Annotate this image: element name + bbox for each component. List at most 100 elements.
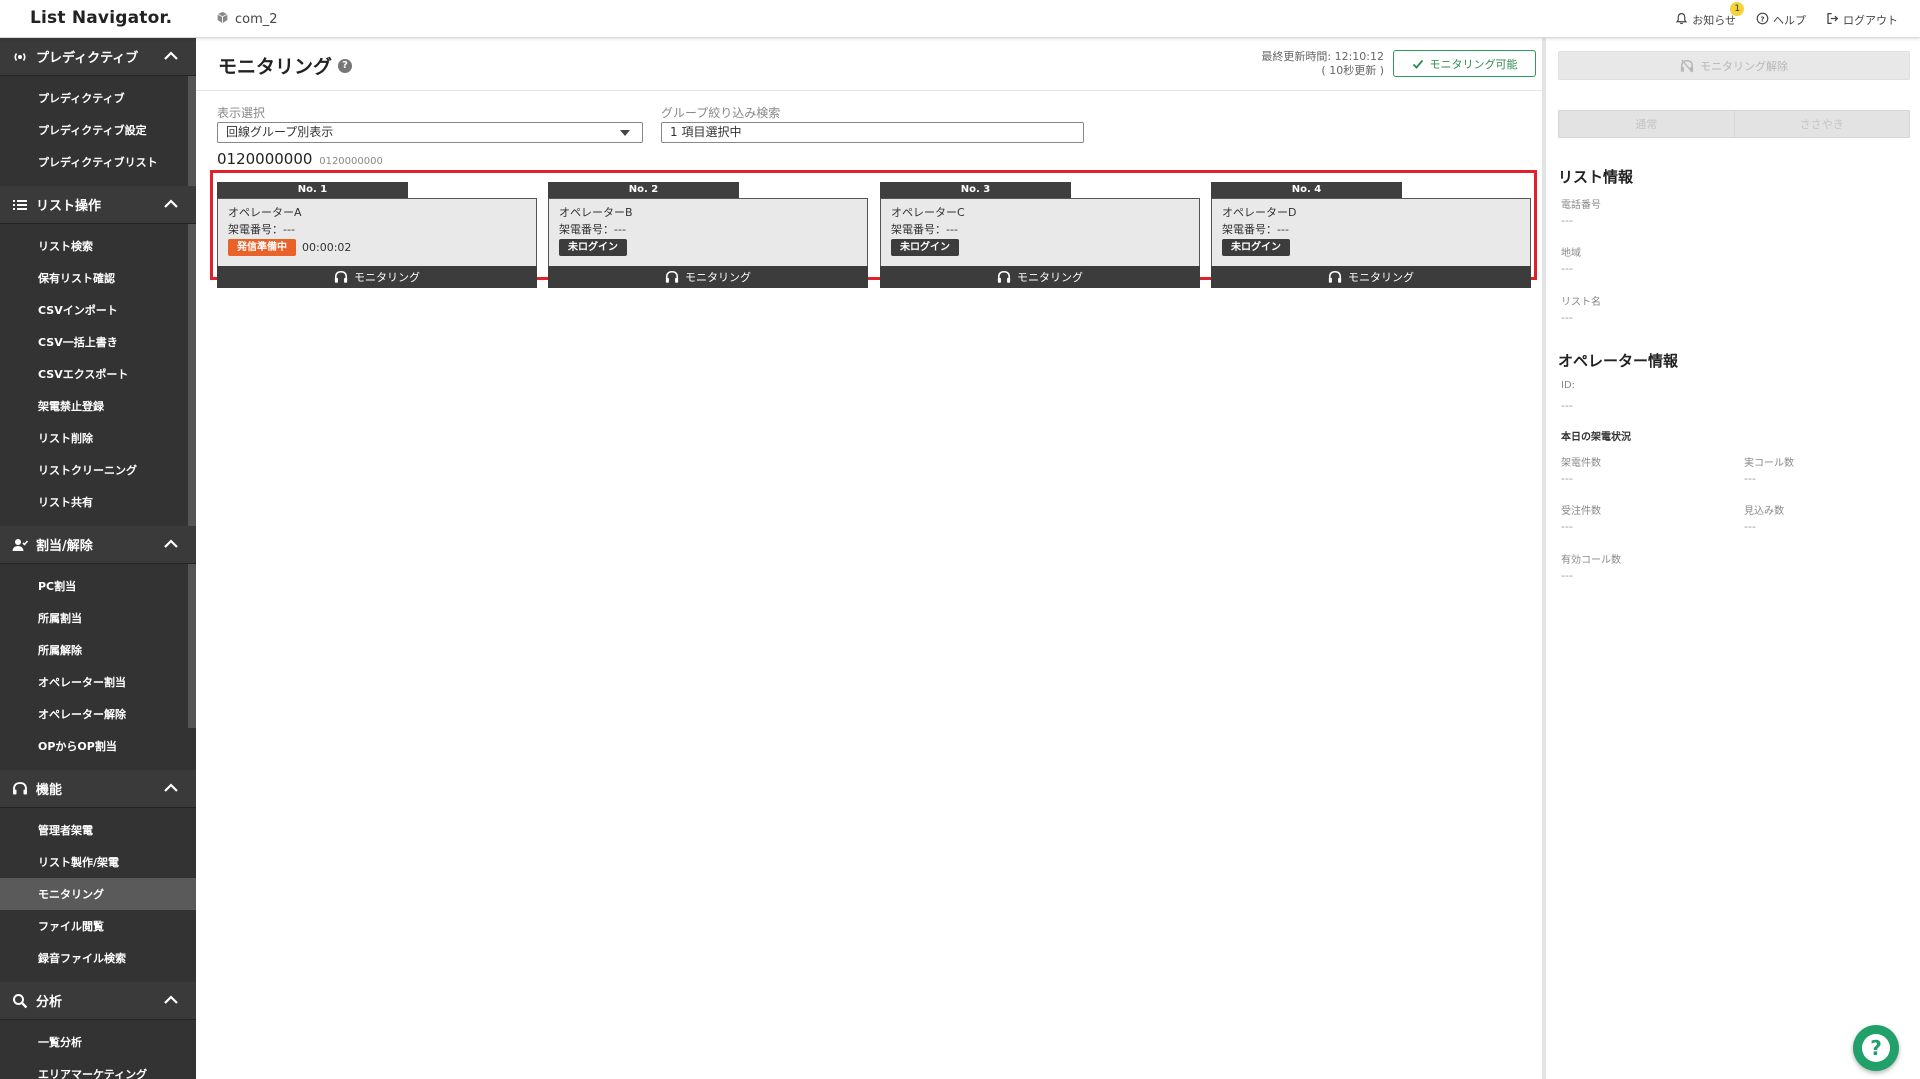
sidebar-item-list-delete[interactable]: リスト削除 — [0, 422, 196, 454]
chevron-up-icon[interactable] — [164, 995, 178, 1005]
sidebar-item-list-search[interactable]: リスト検索 — [0, 230, 196, 262]
sidebar-item-predictive-list[interactable]: プレディクティブリスト — [0, 146, 196, 178]
headphones-icon — [334, 270, 348, 283]
sidebar-item-op-to-op-assign[interactable]: OPからOP割当 — [0, 730, 196, 762]
operator-card: No. 3 オペレーターC 架電番号：--- 未ログイン モニタリング — [880, 182, 1200, 288]
main-content: モニタリング ? 最終更新時間: 12:10:12 ( 10秒更新 ) モニタリ… — [196, 38, 1542, 1079]
question-icon: ? — [1862, 1034, 1890, 1062]
mode-segmented-control: 通常 ささやき — [1558, 110, 1910, 138]
sidebar-item-call-block[interactable]: 架電禁止登録 — [0, 390, 196, 422]
display-select-value: 回線グループ別表示 — [226, 125, 334, 139]
sidebar-section-list-ops[interactable]: リスト操作 — [0, 186, 196, 224]
sidebar-item-csv-bulk-overwrite[interactable]: CSV一括上書き — [0, 326, 196, 358]
operator-card-number: No. 4 — [1211, 182, 1402, 198]
sidebar-item-operator-assign[interactable]: オペレーター割当 — [0, 666, 196, 698]
chevron-up-icon[interactable] — [164, 539, 178, 549]
notifications-label: お知らせ — [1692, 14, 1736, 27]
sidebar-scrollbar[interactable] — [188, 38, 196, 728]
operator-card-number: No. 2 — [548, 182, 739, 198]
sidebar-item-owned-lists[interactable]: 保有リスト確認 — [0, 262, 196, 294]
orders-value: --- — [1561, 520, 1573, 533]
sidebar-item-affiliation-release[interactable]: 所属解除 — [0, 634, 196, 666]
notifications-link[interactable]: お知らせ 1 — [1675, 2, 1745, 28]
prospects-label: 見込み数 — [1744, 506, 1784, 517]
operator-card: No. 2 オペレーターB 架電番号：--- 未ログイン モニタリング — [548, 182, 868, 288]
sidebar: プレディクティブ プレディクティブ プレディクティブ設定 プレディクティブリスト… — [0, 38, 196, 1079]
display-select[interactable]: 回線グループ別表示 — [217, 122, 643, 143]
line-number-sub: 0120000000 — [319, 156, 383, 167]
refresh-interval: ( 10秒更新 ) — [1321, 64, 1384, 77]
sidebar-section-analysis[interactable]: 分析 — [0, 982, 196, 1020]
sidebar-item-list-share[interactable]: リスト共有 — [0, 486, 196, 518]
bell-icon — [1675, 12, 1688, 28]
monitor-button[interactable]: モニタリング — [880, 266, 1200, 288]
sidebar-item-predictive-settings[interactable]: プレディクティブ設定 — [0, 114, 196, 146]
monitor-button[interactable]: モニタリング — [548, 266, 868, 288]
sidebar-item-admin-call[interactable]: 管理者架電 — [0, 814, 196, 846]
sidebar-item-operator-release[interactable]: オペレーター解除 — [0, 698, 196, 730]
monitor-button-label: モニタリング — [685, 271, 751, 284]
sidebar-item-area-marketing[interactable]: エリアマーケティング — [0, 1058, 196, 1079]
last-update-time: 最終更新時間: 12:10:12 — [1261, 50, 1384, 63]
status-timer: 00:00:02 — [302, 241, 352, 254]
real-calls-label: 実コール数 — [1744, 458, 1794, 469]
group-filter-select[interactable]: 1 項目選択中 — [661, 122, 1084, 143]
chevron-up-icon[interactable] — [164, 783, 178, 793]
monitor-button-label: モニタリング — [1348, 271, 1414, 284]
sidebar-section-assign[interactable]: 割当/解除 — [0, 526, 196, 564]
sidebar-item-list-analysis[interactable]: 一覧分析 — [0, 1026, 196, 1058]
sidebar-section-title: プレディクティブ — [36, 51, 139, 66]
sidebar-section-title: 分析 — [36, 995, 63, 1010]
company-name: com_2 — [216, 11, 278, 28]
today-call-status-heading: 本日の架電状況 — [1561, 432, 1631, 443]
help-chat-button[interactable]: ? — [1853, 1025, 1899, 1071]
question-icon[interactable]: ? — [338, 58, 353, 73]
monitor-button[interactable]: モニタリング — [217, 266, 537, 288]
sidebar-item-predictive[interactable]: プレディクティブ — [0, 82, 196, 114]
sidebar-item-file-browse[interactable]: ファイル閲覧 — [0, 910, 196, 942]
operator-card-body: オペレーターC 架電番号：--- 未ログイン — [880, 198, 1200, 266]
sidebar-item-recording-search[interactable]: 録音ファイル検索 — [0, 942, 196, 974]
help-label: ヘルプ — [1773, 14, 1806, 27]
sidebar-item-list-cleaning[interactable]: リストクリーニング — [0, 454, 196, 486]
broadcast-icon — [12, 49, 28, 65]
sidebar-item-monitoring[interactable]: モニタリング — [0, 878, 196, 910]
monitoring-available-label: モニタリング可能 — [1429, 57, 1518, 71]
headphones-icon — [665, 270, 679, 283]
area-value: --- — [1561, 262, 1573, 275]
sidebar-item-csv-import[interactable]: CSVインポート — [0, 294, 196, 326]
operator-id-value: --- — [1561, 399, 1573, 412]
page-title: モニタリング ? — [218, 52, 353, 79]
sidebar-item-affiliation-assign[interactable]: 所属割当 — [0, 602, 196, 634]
caret-down-icon — [620, 130, 630, 136]
operator-phone: 架電番号：--- — [228, 223, 295, 236]
status-badge: 発信準備中 — [228, 239, 296, 256]
help-link[interactable]: ? ヘルプ — [1756, 12, 1806, 28]
monitoring-available-button[interactable]: モニタリング可能 — [1393, 50, 1536, 77]
monitor-button[interactable]: モニタリング — [1211, 266, 1531, 288]
sidebar-item-csv-export[interactable]: CSVエクスポート — [0, 358, 196, 390]
headset-icon — [12, 781, 28, 797]
monitor-button-label: モニタリング — [354, 271, 420, 284]
chevron-up-icon[interactable] — [164, 51, 178, 61]
app-logo[interactable]: List Navigator. — [30, 8, 172, 28]
operator-name: オペレーターB — [559, 206, 633, 219]
prospects-value: --- — [1744, 520, 1756, 533]
last-update: 最終更新時間: 12:10:12 ( 10秒更新 ) — [1261, 50, 1384, 78]
orders-label: 受注件数 — [1561, 506, 1601, 517]
operator-card-body: オペレーターB 架電番号：--- 未ログイン — [548, 198, 868, 266]
search-icon — [12, 993, 28, 1009]
list-info-heading: リスト情報 — [1558, 168, 1634, 186]
mode-whisper-button[interactable]: ささやき — [1734, 110, 1910, 138]
logout-link[interactable]: ログアウト — [1826, 12, 1898, 28]
sidebar-item-list-create-call[interactable]: リスト製作/架電 — [0, 846, 196, 878]
sidebar-section-title: 機能 — [36, 783, 63, 798]
stop-monitoring-button[interactable]: モニタリング解除 — [1558, 51, 1910, 80]
sidebar-section-features[interactable]: 機能 — [0, 770, 196, 808]
chevron-up-icon[interactable] — [164, 199, 178, 209]
mode-normal-button[interactable]: 通常 — [1558, 110, 1735, 138]
operator-name: オペレーターD — [1222, 206, 1297, 219]
sidebar-section-predictive[interactable]: プレディクティブ — [0, 38, 196, 76]
sidebar-item-pc-assign[interactable]: PC割当 — [0, 570, 196, 602]
list-name-value: --- — [1561, 311, 1573, 324]
